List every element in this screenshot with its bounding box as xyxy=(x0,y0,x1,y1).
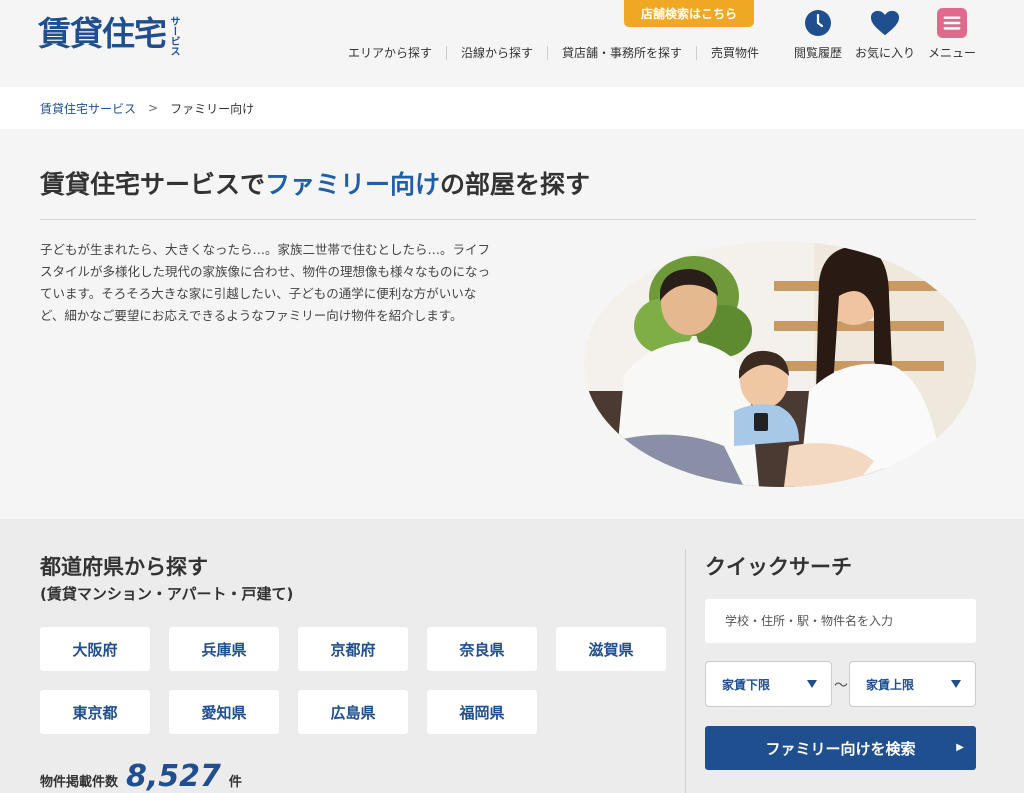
title-suffix: の部屋を探す xyxy=(440,170,591,199)
store-search-button[interactable]: 店舗検索はこちら xyxy=(624,0,754,27)
breadcrumb: 賃貸住宅サービス > ファミリー向け xyxy=(0,87,1024,129)
chevron-right-icon: > xyxy=(148,101,159,115)
search-section: 都道府県から探す (賃貸マンション・アパート・戸建て) 大阪府 兵庫県 京都府 … xyxy=(0,519,1024,793)
count-label: 物件掲載件数 xyxy=(40,775,119,790)
title-highlight: ファミリー向け xyxy=(265,170,441,199)
prefecture-osaka[interactable]: 大阪府 xyxy=(40,627,150,671)
prefecture-subtitle: (賃貸マンション・アパート・戸建て) xyxy=(40,585,294,603)
favorites-button[interactable]: お気に入り xyxy=(855,8,915,61)
caret-down-icon xyxy=(951,677,961,691)
prefecture-nara[interactable]: 奈良県 xyxy=(427,627,537,671)
prefecture-grid: 大阪府 兵庫県 京都府 奈良県 滋賀県 東京都 愛知県 広島県 福岡県 xyxy=(40,627,666,734)
rent-max-label: 家賃上限 xyxy=(866,677,915,692)
arrow-right-icon: ▶ xyxy=(956,742,964,753)
prefecture-hiroshima[interactable]: 広島県 xyxy=(298,690,408,734)
page-title: 賃貸住宅サービスでファミリー向けの部屋を探す xyxy=(40,165,590,201)
rent-min-label: 家賃下限 xyxy=(722,677,771,692)
clock-icon xyxy=(803,8,833,38)
intro-text: 子どもが生まれたら、大きくなったら…。家族二世帯で住むとしたら…。ライフスタイル… xyxy=(40,242,491,323)
prefecture-shiga[interactable]: 滋賀県 xyxy=(556,627,666,671)
history-button[interactable]: 閲覧履歴 xyxy=(794,8,842,61)
menu-label: メニュー xyxy=(928,46,977,60)
quick-search-title: クイックサーチ xyxy=(705,555,852,579)
prefecture-aichi[interactable]: 愛知県 xyxy=(169,690,279,734)
breadcrumb-home[interactable]: 賃貸住宅サービス xyxy=(40,100,136,117)
family-photo xyxy=(584,241,976,487)
search-button-label: ファミリー向けを検索 xyxy=(765,739,916,758)
listing-count: 物件掲載件数 8,527 件 xyxy=(40,759,242,793)
rent-min-select[interactable]: 家賃下限 xyxy=(705,661,832,707)
range-separator: ～ xyxy=(834,678,848,694)
caret-down-icon xyxy=(807,677,817,691)
logo-text: 賃貸住宅 xyxy=(38,14,167,53)
heart-icon xyxy=(870,8,900,38)
prefecture-title: 都道府県から探す xyxy=(40,555,208,579)
nav-line[interactable]: 沿線から探す xyxy=(447,44,547,62)
family-search-button[interactable]: ファミリー向けを検索 ▶ xyxy=(705,726,976,770)
count-number: 8,527 xyxy=(126,759,221,793)
logo-subtext: サービス xyxy=(168,16,179,56)
nav-shop-office[interactable]: 貸店舗・事務所を探す xyxy=(548,44,696,62)
section-divider xyxy=(685,549,686,793)
main-nav: エリアから探す 沿線から探す 貸店舗・事務所を探す 売買物件 xyxy=(334,44,773,62)
favorites-label: お気に入り xyxy=(855,46,916,60)
title-divider xyxy=(40,219,976,220)
breadcrumb-current: ファミリー向け xyxy=(170,101,255,116)
title-prefix: 賃貸住宅サービスで xyxy=(40,170,266,199)
count-unit: 件 xyxy=(228,775,242,790)
menu-button[interactable]: メニュー xyxy=(928,8,976,61)
prefecture-hyogo[interactable]: 兵庫県 xyxy=(169,627,279,671)
rent-max-select[interactable]: 家賃上限 xyxy=(849,661,976,707)
site-logo[interactable]: 賃貸住宅 サービス xyxy=(38,14,212,56)
intro-section: 賃貸住宅サービスでファミリー向けの部屋を探す 子どもが生まれたら、大きくなったら… xyxy=(0,129,1024,519)
hamburger-icon xyxy=(937,8,967,38)
nav-sale[interactable]: 売買物件 xyxy=(697,44,773,62)
prefecture-kyoto[interactable]: 京都府 xyxy=(298,627,408,671)
prefecture-fukuoka[interactable]: 福岡県 xyxy=(427,690,537,734)
prefecture-tokyo[interactable]: 東京都 xyxy=(40,690,150,734)
history-label: 閲覧履歴 xyxy=(794,46,843,60)
nav-area[interactable]: エリアから探す xyxy=(334,44,446,62)
quick-search-input[interactable] xyxy=(705,599,976,643)
site-header: 賃貸住宅 サービス 店舗検索はこちら エリアから探す 沿線から探す 貸店舗・事務… xyxy=(0,0,1024,87)
